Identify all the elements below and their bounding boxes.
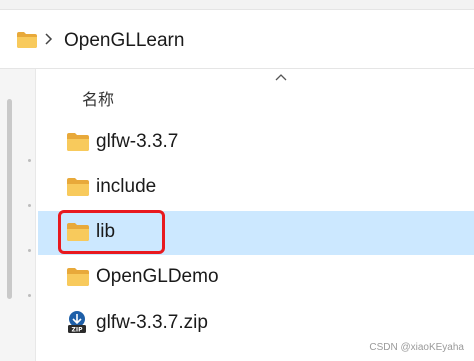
navigation-pane[interactable] — [0, 69, 36, 361]
zip-archive-icon: ZIP — [66, 310, 88, 334]
list-item-folder[interactable]: glfw-3.3.7 — [38, 121, 474, 165]
folder-icon — [66, 132, 90, 157]
file-name: glfw-3.3.7.zip — [96, 312, 208, 333]
list-item-folder[interactable]: include — [38, 166, 474, 210]
svg-text:ZIP: ZIP — [72, 327, 84, 334]
folder-icon — [66, 177, 90, 202]
window-top-strip — [0, 0, 474, 9]
folder-icon — [66, 222, 90, 247]
sort-caret-up-icon[interactable] — [272, 70, 290, 82]
list-item-zip[interactable]: ZIP glfw-3.3.7.zip — [38, 302, 474, 346]
file-name: glfw-3.3.7 — [96, 131, 179, 152]
file-name: OpenGLDemo — [96, 266, 219, 287]
folder-icon — [16, 31, 38, 54]
list-item-folder[interactable]: OpenGLDemo — [38, 256, 474, 300]
nav-scrollbar-thumb[interactable] — [7, 99, 12, 299]
nav-item-marker — [28, 159, 31, 162]
nav-item-marker — [28, 294, 31, 297]
address-path[interactable]: OpenGLLearn — [64, 30, 184, 52]
chevron-right-icon[interactable] — [44, 27, 54, 56]
folder-icon — [66, 267, 90, 292]
watermark-text: CSDN @xiaoKEyaha — [369, 342, 464, 353]
file-name: lib — [96, 221, 116, 242]
list-item-folder-selected[interactable]: lib — [38, 211, 474, 255]
column-header-name[interactable]: 名称 — [82, 86, 114, 110]
address-bar[interactable]: OpenGLLearn — [0, 9, 474, 69]
file-name: include — [96, 176, 157, 197]
nav-item-marker — [28, 249, 31, 252]
file-explorer-window: OpenGLLearn 名称 glfw-3.3.7 include lib Op… — [0, 0, 474, 361]
nav-item-marker — [28, 204, 31, 207]
